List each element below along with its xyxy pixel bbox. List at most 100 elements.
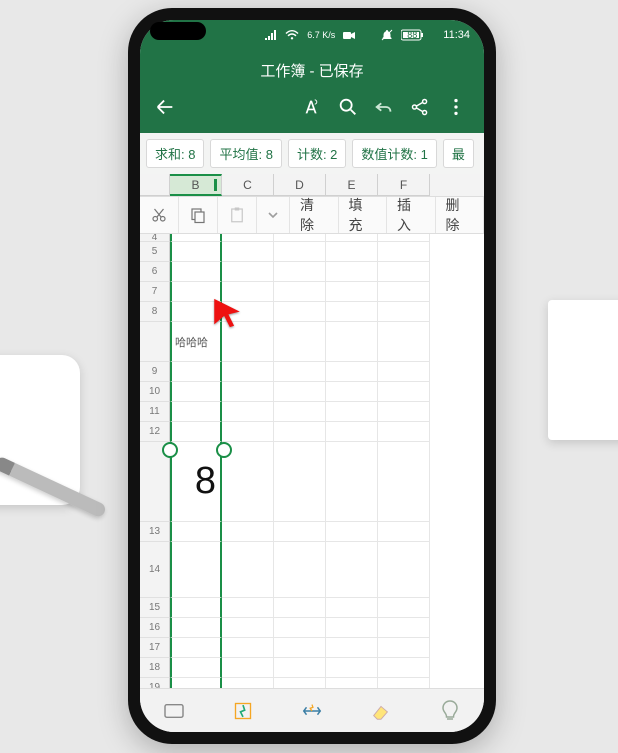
row-header[interactable]: 8 [140,302,170,322]
sheet-tab-button[interactable] [157,694,191,728]
cell[interactable] [274,522,326,542]
cell[interactable] [274,542,326,598]
cell[interactable] [378,362,430,382]
row-header[interactable]: 13 [140,522,170,542]
cell[interactable] [222,658,274,678]
fill-button[interactable]: 填充 [339,197,388,233]
cell[interactable] [326,542,378,598]
cell[interactable] [274,382,326,402]
row-header[interactable]: 6 [140,262,170,282]
col-header-d[interactable]: D [274,174,326,196]
cell[interactable] [326,422,378,442]
cell[interactable] [170,542,222,598]
col-header-c[interactable]: C [222,174,274,196]
cell[interactable] [170,598,222,618]
font-button[interactable] [294,91,330,123]
cell[interactable] [274,638,326,658]
row-header[interactable]: 10 [140,382,170,402]
cell[interactable] [378,678,430,688]
cell[interactable] [326,382,378,402]
paste-dropdown[interactable] [257,197,290,233]
cell[interactable] [378,658,430,678]
cell[interactable] [378,282,430,302]
cell[interactable] [326,638,378,658]
more-button[interactable] [438,91,474,123]
cell[interactable] [378,522,430,542]
delete-button[interactable]: 删除 [436,197,485,233]
cell[interactable] [170,522,222,542]
row-header[interactable]: 7 [140,282,170,302]
cell[interactable] [222,618,274,638]
cell[interactable] [222,362,274,382]
cell[interactable] [170,362,222,382]
cell[interactable] [170,678,222,688]
cell[interactable] [274,242,326,262]
row-header[interactable]: 17 [140,638,170,658]
cell[interactable] [326,678,378,688]
clear-button[interactable]: 清除 [290,197,339,233]
back-button[interactable] [150,91,180,123]
cell[interactable] [326,234,378,242]
cell[interactable] [378,262,430,282]
cell[interactable] [274,362,326,382]
cell[interactable] [378,382,430,402]
cell[interactable] [274,262,326,282]
cell[interactable] [170,242,222,262]
cell[interactable] [326,658,378,678]
cell[interactable] [326,282,378,302]
cell[interactable] [274,678,326,688]
stat-count[interactable]: 计数: 2 [288,139,346,168]
fx-button[interactable] [226,694,260,728]
cell[interactable] [378,242,430,262]
cell[interactable] [170,658,222,678]
cell[interactable] [274,422,326,442]
cell[interactable] [222,262,274,282]
row-header[interactable]: 5 [140,242,170,262]
cell[interactable] [170,402,222,422]
row-header[interactable]: 14 [140,542,170,598]
cell[interactable] [326,362,378,382]
cell[interactable] [326,522,378,542]
selection-handle-right[interactable] [216,442,232,458]
cell[interactable] [274,234,326,242]
cell[interactable] [326,402,378,422]
cell[interactable] [170,422,222,442]
cell[interactable] [378,542,430,598]
cell[interactable] [222,422,274,442]
row-header[interactable]: 18 [140,658,170,678]
selection-handle-left[interactable] [162,442,178,458]
cell[interactable] [222,598,274,618]
cell[interactable] [378,638,430,658]
cell[interactable] [170,382,222,402]
erase-button[interactable] [364,694,398,728]
cell[interactable] [222,678,274,688]
row-header[interactable]: 4 [140,234,170,242]
cell[interactable] [170,618,222,638]
cell[interactable] [326,598,378,618]
insert-button[interactable]: 插入 [387,197,436,233]
stat-max[interactable]: 最 [443,139,474,168]
row-header[interactable]: 12 [140,422,170,442]
spreadsheet[interactable]: B C D E F 清除 填 [140,174,484,688]
grid-body[interactable]: 45678 哈哈哈 9101112 8 13141516171819202122… [140,196,484,688]
cell[interactable] [378,422,430,442]
row-header[interactable]: 15 [140,598,170,618]
cell[interactable] [222,242,274,262]
cell[interactable] [326,262,378,282]
cell[interactable] [222,638,274,658]
search-button[interactable] [330,91,366,123]
idea-button[interactable] [433,694,467,728]
cell[interactable] [170,234,222,242]
cell[interactable] [326,302,378,322]
cell[interactable] [222,234,274,242]
col-header-b[interactable]: B [170,174,222,196]
row-header[interactable]: 19 [140,678,170,688]
cell[interactable] [170,262,222,282]
row-header[interactable]: 16 [140,618,170,638]
row-header[interactable]: 9 [140,362,170,382]
select-all-corner[interactable] [140,174,170,196]
paste-button[interactable] [218,197,257,233]
copy-button[interactable] [179,197,218,233]
cut-button[interactable] [140,197,179,233]
cell[interactable] [326,618,378,638]
